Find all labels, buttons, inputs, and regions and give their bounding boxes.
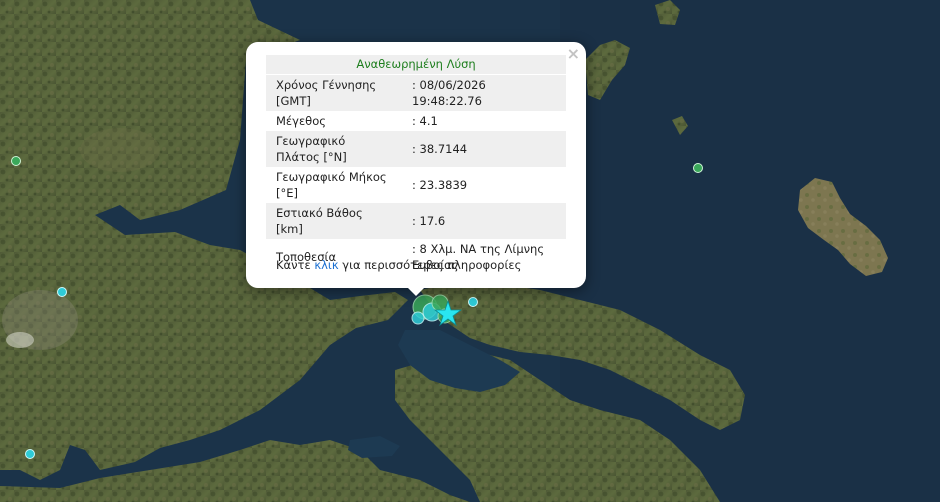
close-icon[interactable]: × xyxy=(567,45,580,63)
more-suffix: για περισσότερες πληροφορίες xyxy=(342,258,522,272)
info-key: Γεωγραφικό Μήκος [°E] xyxy=(276,170,387,200)
more-info-link[interactable]: κλικ xyxy=(314,258,338,272)
more-prefix: Κάντε xyxy=(276,258,311,272)
quake-info-table: Χρόνος Γέννησης [GMT]: 08/06/2026 19:48:… xyxy=(266,75,566,275)
info-value: : 17.6 xyxy=(402,203,566,239)
quake-info-popup: × Αναθεωρημένη Λύση Χρόνος Γέννησης [GMT… xyxy=(246,42,586,288)
info-row: Γεωγραφικό Πλάτος [°N]: 38.7144 xyxy=(266,131,566,167)
quake-marker[interactable] xyxy=(25,449,35,459)
more-info-line: Κάντε κλικ για περισσότερες πληροφορίες xyxy=(276,258,521,272)
quake-marker[interactable] xyxy=(693,163,703,173)
info-row: Εστιακό Βάθος [km]: 17.6 xyxy=(266,203,566,239)
info-key: Χρόνος Γέννησης [GMT] xyxy=(266,75,402,111)
info-key: Μέγεθος xyxy=(276,114,326,128)
popup-tip xyxy=(406,286,426,296)
info-key: Εστιακό Βάθος [km] xyxy=(266,203,402,239)
info-row: Μέγεθος : 4.1 xyxy=(266,111,566,131)
info-value: : 4.1 xyxy=(412,114,438,128)
popup-title: Αναθεωρημένη Λύση xyxy=(266,55,566,74)
info-value: : 08/06/2026 19:48:22.76 xyxy=(402,75,566,111)
quake-marker[interactable] xyxy=(11,156,21,166)
info-key: Γεωγραφικό Πλάτος [°N] xyxy=(266,131,402,167)
quake-marker[interactable] xyxy=(57,287,67,297)
info-value: : 38.7144 xyxy=(402,131,566,167)
quake-marker[interactable] xyxy=(468,297,478,307)
info-row: Γεωγραφικό Μήκος [°E] : 23.3839 xyxy=(266,167,566,203)
info-row: Χρόνος Γέννησης [GMT]: 08/06/2026 19:48:… xyxy=(266,75,566,111)
info-value: : 23.3839 xyxy=(412,178,468,192)
